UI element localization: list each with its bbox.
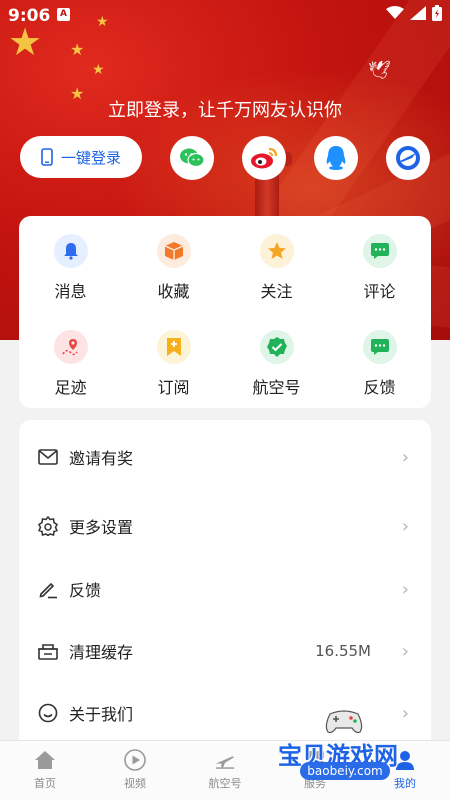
footprint-icon [53, 330, 88, 364]
grid-label: 评论 [363, 282, 396, 301]
battery-icon [432, 5, 442, 21]
chevron-right-icon: › [401, 578, 409, 600]
wechat-icon [180, 148, 205, 168]
qq-login-button[interactable] [314, 136, 358, 180]
status-icons [386, 5, 442, 21]
grid-label: 消息 [54, 282, 87, 301]
edit-icon [37, 578, 59, 600]
cache-size-value: 16.55M [315, 642, 371, 660]
grid-item-subscriptions[interactable]: 订阅 [122, 312, 225, 408]
chevron-right-icon: › [401, 515, 409, 537]
settings-list: 邀请有奖 › 更多设置 › 反馈 › 清理缓存 16.55M › 关于我们 › [19, 420, 431, 750]
video-icon [124, 749, 146, 771]
list-item-settings[interactable]: 更多设置 › [19, 495, 431, 557]
nav-label: 视频 [124, 777, 146, 790]
grid-item-favorites[interactable]: 收藏 [122, 216, 225, 312]
hangkong-icon [396, 146, 420, 170]
grid-item-footprints[interactable]: 足迹 [19, 312, 122, 408]
list-item-label: 清理缓存 [69, 643, 134, 662]
list-item-label: 关于我们 [69, 705, 134, 724]
qq-icon [326, 146, 346, 170]
verified-icon [259, 330, 294, 364]
star-icon: ★ [92, 62, 105, 78]
bookmark-icon [156, 330, 191, 364]
signal-icon [410, 6, 426, 20]
login-row: 一键登录 [20, 136, 435, 180]
chevron-right-icon: › [401, 446, 409, 468]
phone-icon [41, 148, 53, 166]
home-icon [34, 749, 56, 771]
status-bar: 9:06 A [0, 0, 450, 30]
one-key-login-label: 一键登录 [60, 148, 121, 167]
settings-icon [37, 515, 59, 537]
list-item-label: 邀请有奖 [69, 449, 134, 468]
feedback-chat-icon [362, 330, 397, 364]
list-item-feedback[interactable]: 反馈 › [19, 558, 431, 620]
gamepad-icon [325, 710, 363, 734]
weibo-icon [251, 147, 278, 169]
grid-item-messages[interactable]: 消息 [19, 216, 122, 312]
plane-icon [214, 749, 236, 771]
chat-icon [362, 234, 397, 268]
list-item-clear-cache[interactable]: 清理缓存 16.55M › [19, 620, 431, 682]
chevron-right-icon: › [401, 640, 409, 662]
one-key-login-button[interactable]: 一键登录 [20, 136, 142, 178]
watermark-logo: 宝贝游戏网 baobeiy.com [272, 706, 422, 782]
weibo-login-button[interactable] [242, 136, 286, 180]
grid-label: 收藏 [157, 282, 190, 301]
wechat-login-button[interactable] [170, 136, 214, 180]
nav-label: 航空号 [208, 777, 242, 790]
nav-label: 首页 [34, 777, 56, 790]
grid-label: 订阅 [157, 378, 190, 397]
list-item-invite[interactable]: 邀请有奖 › [19, 426, 431, 488]
bell-icon [53, 234, 88, 268]
smile-icon [37, 702, 59, 724]
grid-label: 反馈 [363, 378, 396, 397]
mail-icon [37, 446, 59, 468]
grid-label: 关注 [260, 282, 293, 301]
wifi-icon [386, 6, 404, 19]
login-hint-text: 立即登录，让千万网友认识你 [108, 100, 342, 121]
grid-item-comments[interactable]: 评论 [328, 216, 431, 312]
hangkong-login-button[interactable] [386, 136, 430, 180]
status-time: 9:06 [8, 6, 51, 26]
grid-item-feedback[interactable]: 反馈 [328, 312, 431, 408]
grid-item-following[interactable]: 关注 [225, 216, 328, 312]
nav-video[interactable]: 视频 [90, 741, 180, 800]
grid-label: 足迹 [54, 378, 87, 397]
watermark-url: baobeiy.com [300, 762, 390, 780]
nav-hangkong[interactable]: 航空号 [180, 741, 270, 800]
notification-badge: A [57, 8, 70, 21]
list-item-label: 更多设置 [69, 518, 134, 537]
cache-icon [37, 640, 59, 662]
quick-actions-card: 消息 收藏 关注 评论 足迹 订阅 航空号 反馈 [19, 216, 431, 408]
grid-label: 航空号 [252, 378, 301, 397]
list-item-label: 反馈 [69, 581, 102, 600]
dove-icon: 🕊 [368, 60, 391, 81]
box-icon [156, 234, 191, 268]
nav-home[interactable]: 首页 [0, 741, 90, 800]
star-icon [259, 234, 294, 268]
grid-item-hangkong[interactable]: 航空号 [225, 312, 328, 408]
star-icon: ★ [70, 40, 85, 59]
